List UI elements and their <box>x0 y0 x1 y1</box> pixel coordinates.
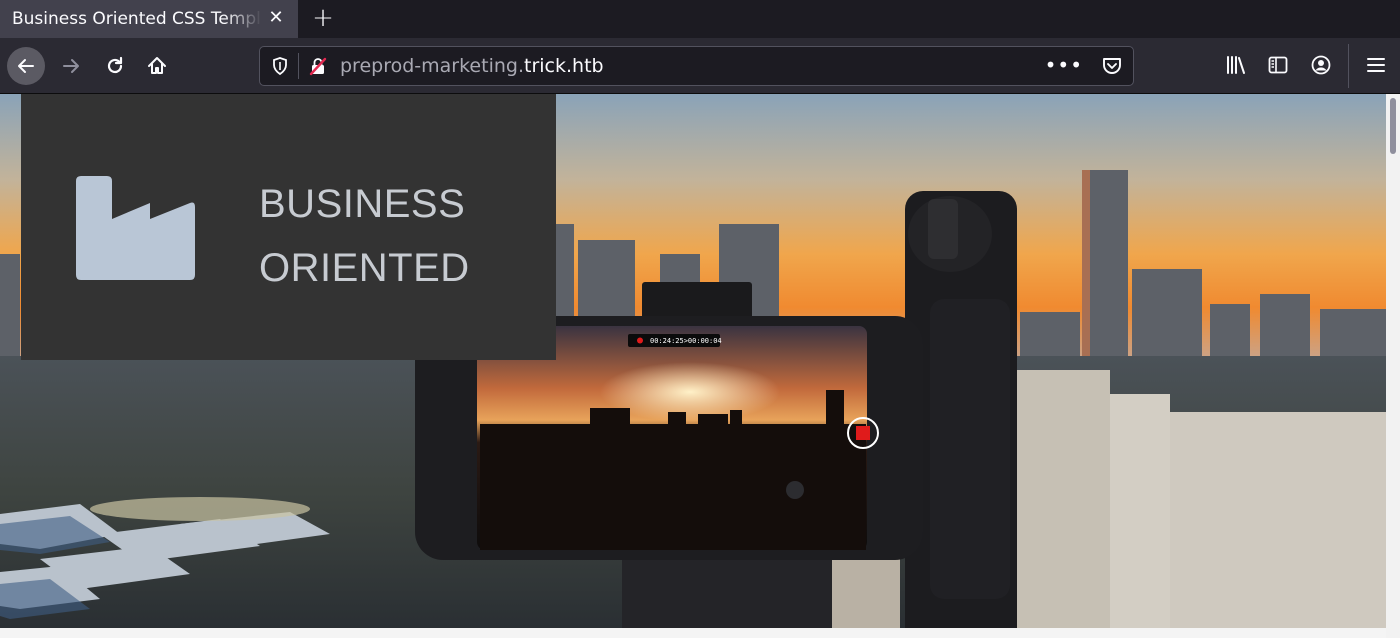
tab-title: Business Oriented CSS Template <box>12 9 262 29</box>
library-icon[interactable] <box>1225 54 1247 80</box>
home-icon[interactable] <box>138 47 176 85</box>
url-bar[interactable]: preprod-marketing.trick.htb ••• <box>259 46 1134 86</box>
brand-line-1: BUSINESS <box>259 182 466 226</box>
pocket-icon[interactable] <box>1101 55 1123 81</box>
url-prefix: preprod-marketing. <box>340 55 524 77</box>
page-content: 00:24:25>00:00:04 BUSINESS ORIENTED <box>0 94 1400 638</box>
insecure-lock-icon[interactable] <box>308 56 328 80</box>
close-icon[interactable]: ✕ <box>266 8 286 28</box>
plus-icon[interactable]: + <box>308 4 338 34</box>
back-arrow-icon[interactable] <box>7 47 45 85</box>
factory-icon <box>76 176 195 280</box>
recording-timer: 00:24:25>00:00:04 <box>650 337 722 345</box>
page-actions-more-icon[interactable]: ••• <box>1045 53 1083 77</box>
tab-active[interactable]: Business Oriented CSS Template ✕ <box>0 0 298 38</box>
reload-icon[interactable] <box>96 47 134 85</box>
hamburger-menu-icon[interactable] <box>1366 54 1386 80</box>
sidebar-icon[interactable] <box>1267 54 1289 80</box>
tracking-shield-icon[interactable] <box>270 56 290 80</box>
scrollbar-thumb[interactable] <box>1390 98 1396 154</box>
tab-strip: Business Oriented CSS Template ✕ + <box>0 0 1400 38</box>
url-separator <box>298 53 299 79</box>
forward-arrow-icon[interactable] <box>52 47 90 85</box>
toolbar-separator <box>1348 44 1349 88</box>
account-icon[interactable] <box>1310 54 1332 80</box>
vertical-scrollbar[interactable] <box>1386 94 1400 638</box>
url-text[interactable]: preprod-marketing.trick.htb <box>340 55 604 77</box>
brand-line-2: ORIENTED <box>259 246 470 290</box>
brand-header[interactable]: BUSINESS ORIENTED <box>21 94 556 360</box>
brand-title: BUSINESS ORIENTED <box>259 172 470 300</box>
navigation-toolbar: preprod-marketing.trick.htb ••• <box>0 38 1400 94</box>
page-bottom-strip <box>0 628 1386 638</box>
url-domain: trick.htb <box>524 55 604 77</box>
